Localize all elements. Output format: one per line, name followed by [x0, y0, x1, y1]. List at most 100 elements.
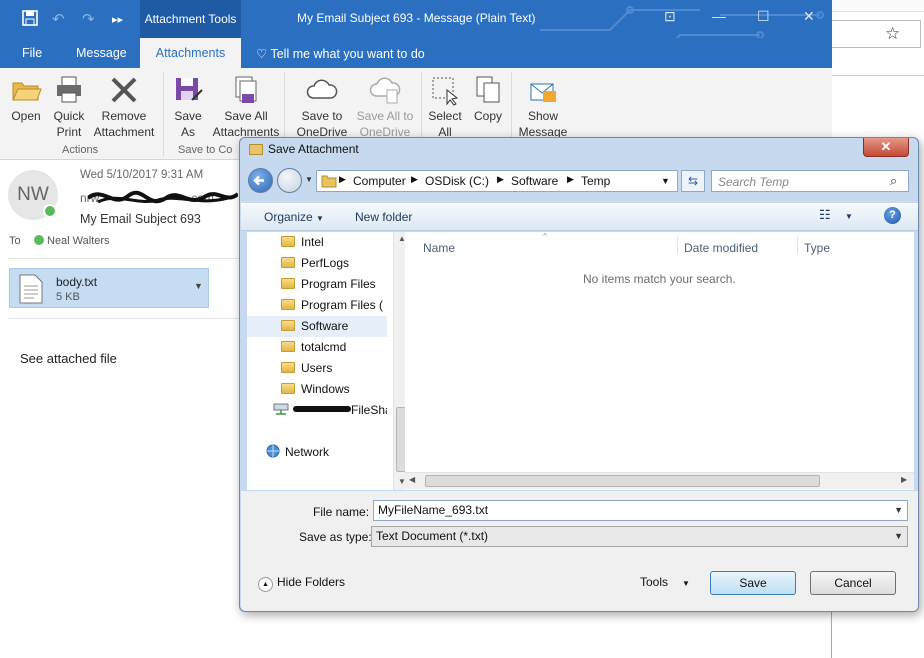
file-name-label: File name:	[313, 505, 370, 519]
nav-item-totalcmd[interactable]: totalcmd	[247, 337, 387, 358]
quick-print-button[interactable]: Quick Print	[50, 74, 88, 140]
browser-address-bar[interactable]	[831, 20, 921, 48]
save-to-label: Save to	[301, 109, 343, 123]
breadcrumb-software[interactable]: Software	[511, 174, 558, 188]
network-drive-icon	[273, 403, 289, 415]
file-list-pane: Name ^ Date modified Type No items match…	[405, 232, 914, 490]
column-header-date-modified[interactable]: Date modified	[684, 241, 758, 255]
view-chevron-down-icon[interactable]: ▼	[845, 212, 853, 221]
customize-toolbar-icon[interactable]: ▸▸	[112, 13, 123, 26]
redo-icon[interactable]: ↷	[82, 10, 95, 28]
organize-button[interactable]: Organize ▼	[264, 210, 324, 224]
maximize-icon[interactable]: ☐	[757, 8, 770, 25]
column-header-type[interactable]: Type	[804, 241, 830, 255]
tab-message[interactable]: Message	[76, 46, 127, 60]
nav-item-label: Windows	[301, 382, 350, 396]
navigation-pane: Intel PerfLogs Program Files Program Fil…	[247, 232, 410, 490]
tell-me-search[interactable]: ♡ Tell me what you want to do	[256, 46, 425, 61]
navigation-bar: ▼ ▶ Computer ▶ OSDisk (C:) ▶ Software ▶ …	[246, 167, 910, 195]
nav-item-windows[interactable]: Windows	[247, 379, 387, 400]
column-separator[interactable]	[797, 236, 798, 254]
breadcrumb-separator-icon[interactable]: ▶	[497, 174, 504, 185]
chevron-down-icon[interactable]: ▼	[194, 281, 203, 291]
tools-menu-button[interactable]: Tools ▼	[640, 575, 690, 589]
ribbon-display-options-icon[interactable]: ⊡	[664, 8, 676, 25]
view-options-icon[interactable]: ☷	[819, 207, 831, 223]
save-all-attachments-button[interactable]: Save All Attachments	[210, 74, 282, 140]
open-button[interactable]: Open	[8, 74, 44, 124]
help-icon[interactable]: ?	[884, 207, 901, 224]
remove-attachment-button[interactable]: Remove Attachment	[90, 74, 158, 140]
quick-label: Quick	[53, 109, 85, 123]
dialog-close-button[interactable]: ✕	[863, 138, 909, 157]
file-name-input[interactable]: MyFileName_693.txt ▼	[373, 500, 908, 521]
copy-button[interactable]: Copy	[470, 74, 506, 124]
bookmark-star-icon[interactable]: ☆	[885, 24, 900, 44]
scrollbar-thumb[interactable]	[425, 475, 820, 487]
chevron-down-icon[interactable]: ▼	[894, 501, 903, 520]
save-icon[interactable]	[22, 10, 38, 30]
undo-icon[interactable]: ↶	[52, 10, 65, 28]
breadcrumb-temp[interactable]: Temp	[581, 174, 610, 188]
forward-button[interactable]	[277, 168, 302, 193]
address-dropdown-chevron-icon[interactable]: ▼	[661, 176, 670, 186]
scroll-left-icon[interactable]: ◀	[409, 475, 415, 484]
file-list-horizontal-scrollbar[interactable]: ◀ ▶	[405, 472, 914, 489]
recent-locations-chevron-icon[interactable]: ▼	[305, 175, 313, 184]
folder-icon	[281, 299, 295, 310]
breadcrumb-osdisk[interactable]: OSDisk (C:)	[425, 174, 489, 188]
save-as-type-select[interactable]: Text Document (*.txt) ▼	[371, 526, 908, 547]
attachment-chip[interactable]: body.txt 5 KB ▼	[9, 268, 209, 308]
nav-item-label: FileShare	[351, 403, 387, 417]
breadcrumb-separator-icon[interactable]: ▶	[411, 174, 418, 185]
tell-me-label: Tell me what you want to do	[270, 47, 425, 61]
cancel-button[interactable]: Cancel	[810, 571, 896, 595]
minimize-icon[interactable]: —	[712, 8, 726, 24]
nav-item-perflogs[interactable]: PerfLogs	[247, 253, 387, 274]
address-folder-icon	[321, 175, 337, 188]
save-all-to-label: Save All to	[356, 109, 414, 123]
nav-item-intel[interactable]: Intel	[247, 232, 387, 253]
refresh-button[interactable]: ⇆	[681, 170, 705, 192]
nav-item-users[interactable]: Users	[247, 358, 387, 379]
select-all-icon	[432, 77, 459, 106]
close-window-icon[interactable]: ✕	[803, 8, 815, 25]
nav-item-program-files-x86[interactable]: Program Files (	[247, 295, 387, 316]
save-as-button[interactable]: Save As	[170, 74, 206, 140]
tab-attachments[interactable]: Attachments	[140, 38, 241, 68]
remove-label: Remove	[101, 109, 147, 123]
column-header-name[interactable]: Name	[423, 241, 455, 255]
nav-item-software[interactable]: Software	[247, 316, 387, 337]
new-folder-button[interactable]: New folder	[355, 210, 412, 224]
save-label: Save	[174, 109, 202, 123]
nav-item-program-files[interactable]: Program Files	[247, 274, 387, 295]
recipient[interactable]: Neal Walters	[34, 235, 110, 247]
message-body: See attached file	[20, 351, 117, 366]
attachment-tools-context-label: Attachment Tools	[140, 0, 241, 38]
file-name-value: MyFileName_693.txt	[378, 503, 489, 517]
nav-item-network[interactable]: Network	[247, 442, 387, 463]
collapse-chevron-icon: ▲	[258, 577, 273, 592]
select-all-button[interactable]: Select All	[426, 74, 464, 140]
search-icon[interactable]: ⌕	[890, 173, 897, 189]
save-button[interactable]: Save	[710, 571, 796, 595]
scroll-right-icon[interactable]: ▶	[901, 475, 907, 484]
column-separator[interactable]	[677, 236, 678, 254]
tab-file[interactable]: File	[22, 46, 42, 60]
breadcrumb-computer[interactable]: Computer	[353, 174, 406, 188]
folder-icon	[281, 257, 295, 268]
hide-folders-label: Hide Folders	[277, 575, 346, 589]
nav-item-label: Program Files (	[301, 298, 384, 312]
chevron-down-icon[interactable]: ▼	[894, 527, 903, 546]
show-message-envelope-icon	[530, 83, 556, 102]
save-all-to-onedrive-button[interactable]: Save All to OneDrive	[352, 74, 418, 140]
breadcrumb-separator-icon[interactable]: ▶	[567, 174, 574, 185]
show-message-button[interactable]: Show Message	[516, 74, 570, 140]
save-to-onedrive-button[interactable]: Save to OneDrive	[292, 74, 352, 140]
search-box[interactable]: Search Temp ⌕	[711, 170, 909, 192]
address-bar[interactable]: ▶ Computer ▶ OSDisk (C:) ▶ Software ▶ Te…	[316, 170, 678, 192]
attachment-size: 5 KB	[56, 291, 80, 303]
back-button[interactable]	[248, 168, 273, 193]
hide-folders-button[interactable]: ▲ Hide Folders	[258, 575, 345, 592]
nav-item-network-share[interactable]: FileShare	[247, 400, 387, 421]
